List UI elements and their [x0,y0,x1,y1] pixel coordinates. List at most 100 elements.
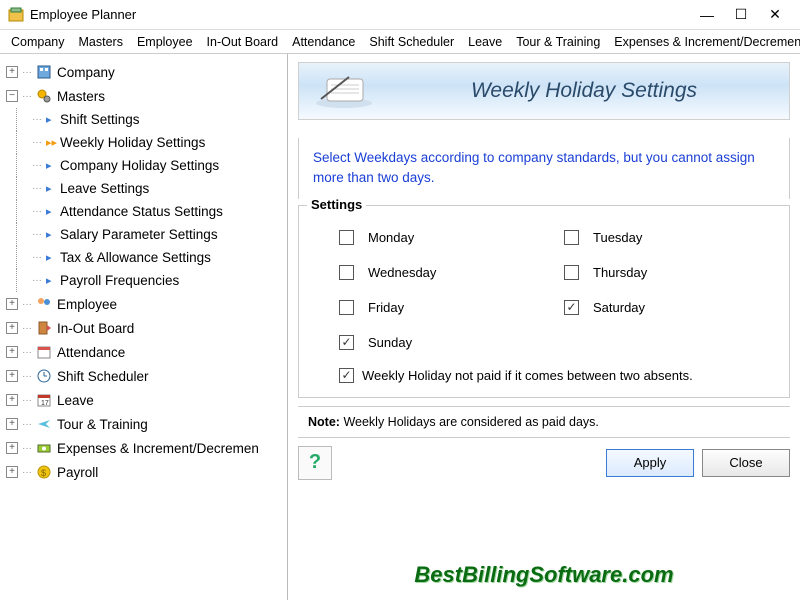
menu-company[interactable]: Company [4,33,72,51]
tree-child-company-holiday-settings[interactable]: ···▸ Company Holiday Settings [4,154,283,177]
day-label: Tuesday [593,230,642,245]
tree-expenses[interactable]: +··· Expenses & Increment/Decremen [4,436,283,460]
menu-masters[interactable]: Masters [72,33,130,51]
nav-tree: +··· Company −··· Masters ···▸ Shift Set… [0,54,288,600]
door-icon [35,320,53,336]
watermark-text: BestBillingSoftware.com [288,562,800,588]
arrow-icon: ▸▸ [46,136,60,149]
menu-expenses[interactable]: Expenses & Increment/Decrement [607,33,800,51]
tree-label: Tour & Training [57,417,148,432]
menu-inout[interactable]: In-Out Board [200,33,286,51]
tree-child-salary-parameter-settings[interactable]: ···▸ Salary Parameter Settings [4,223,283,246]
arrow-icon: ▸ [46,182,60,195]
menu-employee[interactable]: Employee [130,33,200,51]
expand-icon[interactable]: + [6,346,18,358]
minimize-button[interactable]: — [690,4,724,26]
tree-label: Payroll [57,465,98,480]
calendar-icon [35,344,53,360]
day-checkbox-wednesday[interactable] [339,265,354,280]
day-label: Saturday [593,300,645,315]
content-panel: Weekly Holiday Settings Select Weekdays … [288,54,800,600]
app-icon [8,7,24,23]
notebook-icon [309,71,379,111]
money-icon [35,440,53,456]
tree-child-label: Attendance Status Settings [60,204,223,219]
panel-banner: Weekly Holiday Settings [298,62,790,120]
tree-label: In-Out Board [57,321,134,336]
close-window-button[interactable]: ✕ [758,4,792,26]
tree-label: Masters [57,89,105,104]
expand-icon[interactable]: + [6,322,18,334]
maximize-button[interactable]: ☐ [724,4,758,26]
expand-icon[interactable]: + [6,442,18,454]
expand-icon[interactable]: + [6,466,18,478]
svg-text:17: 17 [41,400,49,407]
note-row: Note: Weekly Holidays are considered as … [298,406,790,438]
tree-shift[interactable]: +··· Shift Scheduler [4,364,283,388]
menu-tour[interactable]: Tour & Training [509,33,607,51]
tree-child-label: Salary Parameter Settings [60,227,218,242]
day-label: Sunday [368,335,412,350]
menu-attendance[interactable]: Attendance [285,33,362,51]
gears-icon [35,88,53,104]
day-checkbox-tuesday[interactable] [564,230,579,245]
menu-leave[interactable]: Leave [461,33,509,51]
tree-attendance[interactable]: +··· Attendance [4,340,283,364]
day-checkbox-thursday[interactable] [564,265,579,280]
tree-child-label: Shift Settings [60,112,140,127]
people-icon [35,296,53,312]
tree-masters[interactable]: −··· Masters [4,84,283,108]
day-checkbox-sunday[interactable]: ✓ [339,335,354,350]
title-bar: Employee Planner — ☐ ✕ [0,0,800,30]
tree-tour[interactable]: +··· Tour & Training [4,412,283,436]
tree-child-label: Payroll Frequencies [60,273,179,288]
arrow-icon: ▸ [46,205,60,218]
help-button[interactable]: ? [298,446,332,480]
coin-icon: $ [35,464,53,480]
menu-bar: Company Masters Employee In-Out Board At… [0,30,800,54]
tree-child-label: Leave Settings [60,181,149,196]
expand-icon[interactable]: + [6,66,18,78]
window-title: Employee Planner [30,7,690,22]
tree-label: Attendance [57,345,125,360]
arrow-icon: ▸ [46,159,60,172]
tree-label: Leave [57,393,94,408]
tree-inout[interactable]: +··· In-Out Board [4,316,283,340]
menu-shift[interactable]: Shift Scheduler [362,33,461,51]
day-label: Monday [368,230,414,245]
building-icon [35,64,53,80]
arrow-icon: ▸ [46,274,60,287]
arrow-icon: ▸ [46,228,60,241]
day-checkbox-saturday[interactable]: ✓ [564,300,579,315]
expand-icon[interactable]: + [6,394,18,406]
tree-child-weekly-holiday-settings[interactable]: ···▸▸ Weekly Holiday Settings [4,131,283,154]
day-checkbox-friday[interactable] [339,300,354,315]
arrow-icon: ▸ [46,113,60,126]
tree-child-tax-allowance-settings[interactable]: ···▸ Tax & Allowance Settings [4,246,283,269]
tree-leave[interactable]: +··· 17 Leave [4,388,283,412]
tree-label: Expenses & Increment/Decremen [57,441,259,456]
tree-child-attendance-status-settings[interactable]: ···▸ Attendance Status Settings [4,200,283,223]
plane-icon [35,416,53,432]
tree-label: Shift Scheduler [57,369,149,384]
expand-icon[interactable]: + [6,370,18,382]
apply-button[interactable]: Apply [606,449,694,477]
tree-child-shift-settings[interactable]: ···▸ Shift Settings [4,108,283,131]
expand-icon[interactable]: + [6,298,18,310]
tree-child-payroll-frequencies[interactable]: ···▸ Payroll Frequencies [4,269,283,292]
paid-option-checkbox[interactable]: ✓ [339,368,354,383]
clock-icon [35,368,53,384]
paid-option-label: Weekly Holiday not paid if it comes betw… [362,368,693,383]
instruction-text: Select Weekdays according to company sta… [298,138,790,199]
collapse-icon[interactable]: − [6,90,18,102]
close-button[interactable]: Close [702,449,790,477]
arrow-icon: ▸ [46,251,60,264]
day-label: Friday [368,300,404,315]
tree-company[interactable]: +··· Company [4,60,283,84]
tree-child-leave-settings[interactable]: ···▸ Leave Settings [4,177,283,200]
expand-icon[interactable]: + [6,418,18,430]
tree-child-label: Company Holiday Settings [60,158,219,173]
tree-payroll[interactable]: +··· $ Payroll [4,460,283,484]
tree-employee[interactable]: +··· Employee [4,292,283,316]
day-checkbox-monday[interactable] [339,230,354,245]
